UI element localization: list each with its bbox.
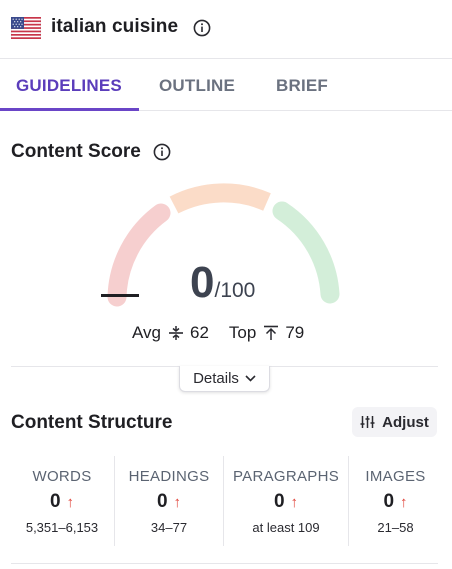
details-button[interactable]: Details	[179, 366, 270, 392]
score-benchmarks: Avg 62 Top 79	[132, 323, 304, 343]
info-icon[interactable]	[193, 19, 211, 37]
gauge-needle	[101, 294, 139, 297]
tab-bar: GUIDELINES OUTLINE BRIEF	[0, 59, 452, 111]
stat-range: at least 109	[252, 520, 320, 535]
stat-value: 0	[273, 491, 285, 512]
score-value: 0	[190, 258, 215, 307]
arrow-up-icon: ↑	[173, 493, 182, 511]
content-score-info-icon[interactable]	[153, 143, 171, 161]
arrow-up-icon: ↑	[66, 493, 75, 511]
score-readout: 0/100	[190, 258, 255, 308]
stat-label: HEADINGS	[128, 468, 210, 485]
adjust-button[interactable]: Adjust	[352, 407, 437, 437]
avg-value: 62	[190, 323, 209, 342]
stat-value: 0	[49, 491, 61, 512]
chevron-down-icon	[245, 375, 256, 382]
bottom-divider	[11, 563, 438, 564]
tab-guidelines[interactable]: GUIDELINES	[16, 76, 122, 96]
avg-label: Avg	[132, 323, 161, 342]
stat-value: 0	[383, 491, 395, 512]
content-score-title: Content Score	[11, 141, 141, 162]
stat-label: PARAGRAPHS	[232, 468, 340, 485]
top-label: Top	[228, 323, 257, 342]
top-value: 79	[285, 323, 305, 342]
stat-images: IMAGES 0 ↑ 21–58	[349, 456, 442, 546]
details-label: Details	[193, 370, 239, 387]
stat-words: WORDS 0 ↑ 5,351–6,153	[10, 456, 114, 546]
top-icon	[264, 325, 279, 340]
stat-range: 34–77	[150, 520, 188, 535]
keyword-title: italian cuisine	[51, 16, 179, 37]
us-flag-icon	[11, 17, 41, 39]
stat-label: IMAGES	[365, 468, 426, 485]
gauge-segment-mid	[169, 183, 271, 214]
adjust-label: Adjust	[382, 413, 429, 431]
stat-paragraphs: PARAGRAPHS 0 ↑ at least 109	[224, 456, 348, 546]
tab-brief[interactable]: BRIEF	[276, 76, 328, 96]
stat-range: 21–58	[377, 520, 414, 535]
active-tab-indicator	[0, 108, 139, 111]
stat-range: 5,351–6,153	[25, 520, 99, 535]
arrow-up-icon: ↑	[400, 493, 408, 511]
stat-label: WORDS	[32, 468, 92, 485]
gauge-segment-high	[272, 201, 340, 304]
average-icon	[169, 326, 183, 340]
sliders-icon	[360, 416, 375, 428]
keyword-header: italian cuisine	[0, 0, 452, 59]
score-max: /100	[214, 279, 256, 302]
stat-headings: HEADINGS 0 ↑ 34–77	[115, 456, 223, 546]
arrow-up-icon: ↑	[290, 493, 299, 511]
gauge-segment-low	[107, 203, 171, 307]
stat-value: 0	[156, 491, 168, 512]
tab-outline[interactable]: OUTLINE	[159, 76, 235, 96]
content-structure-title: Content Structure	[11, 412, 173, 433]
structure-stats: WORDS 0 ↑ 5,351–6,153 HEADINGS 0 ↑ 34–77 P…	[10, 456, 442, 546]
